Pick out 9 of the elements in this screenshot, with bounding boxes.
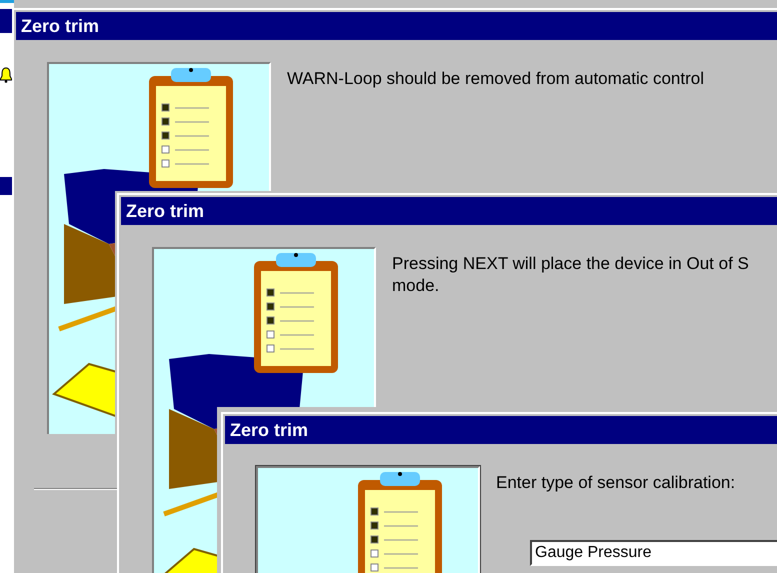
window-title: Zero trim: [126, 200, 204, 222]
message-text: Pressing NEXT will place the device in Out of S: [392, 253, 749, 275]
message-text: WARN-Loop should be removed from automatic control: [287, 68, 704, 90]
bell-icon: [0, 67, 12, 83]
message-text: Enter type of sensor calibration:: [496, 472, 736, 494]
window-title: Zero trim: [230, 420, 308, 440]
calibration-type-dropdown[interactable]: Gauge Pressure: [530, 540, 777, 566]
window-title: Zero trim: [21, 16, 100, 36]
message-text: mode.: [392, 275, 440, 297]
